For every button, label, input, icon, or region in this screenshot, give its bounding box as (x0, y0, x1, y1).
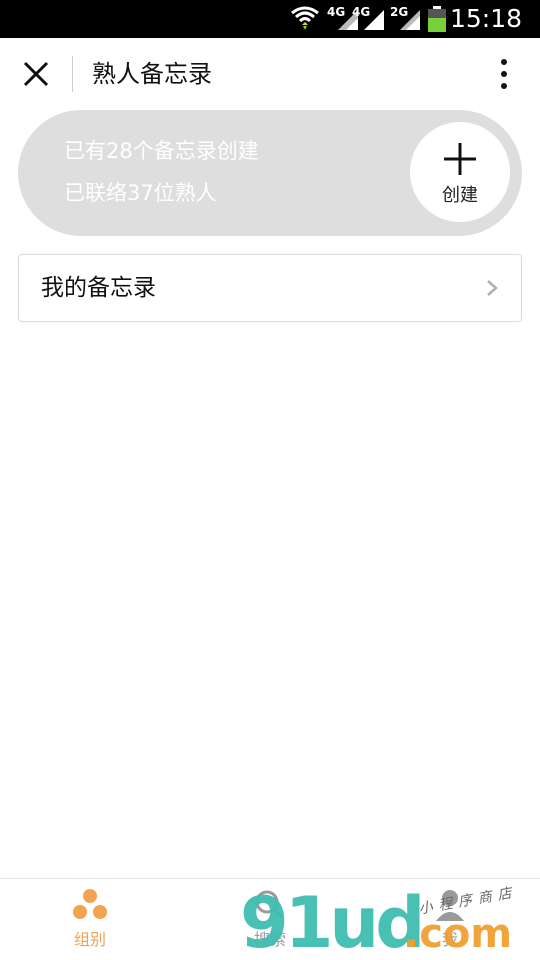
create-label: 创建 (442, 185, 478, 206)
bottom-tab-bar: 组别 搜索 我 (0, 878, 540, 960)
more-vertical-icon[interactable] (488, 54, 520, 94)
chevron-right-icon (487, 280, 498, 296)
tab-label: 我 (441, 930, 458, 949)
group-icon (73, 889, 107, 919)
signal-icon-3 (400, 10, 420, 30)
memo-count-text: 已有28个备忘录创建 (64, 139, 259, 163)
list-item-my-memos[interactable]: 我的备忘录 (18, 254, 522, 322)
wifi-icon (291, 6, 319, 30)
profile-icon (436, 890, 464, 921)
tab-groups[interactable]: 组别 (0, 879, 180, 960)
tab-profile[interactable]: 我 (360, 879, 540, 960)
app-screen: 4G 4G 2G 15:18 熟人备忘录 已有28个备忘录创建 已联络37位熟人… (0, 0, 540, 960)
list-item-label: 我的备忘录 (41, 275, 156, 301)
tab-label: 搜索 (253, 930, 286, 949)
tab-search[interactable]: 搜索 (180, 879, 360, 960)
tab-label: 组别 (73, 930, 106, 949)
plus-icon (444, 143, 476, 175)
navigation-header: 熟人备忘录 (0, 38, 540, 110)
create-button[interactable]: 创建 (410, 122, 510, 222)
summary-card: 已有28个备忘录创建 已联络37位熟人 创建 (18, 110, 522, 236)
battery-icon (428, 6, 446, 32)
page-title: 熟人备忘录 (92, 60, 212, 88)
close-icon[interactable] (16, 54, 56, 94)
search-person-icon (255, 890, 284, 919)
header-divider (72, 56, 73, 92)
status-time: 15:18 (449, 4, 522, 33)
signal-icon-2 (364, 10, 384, 30)
contact-count-text: 已联络37位熟人 (64, 181, 217, 205)
status-bar: 4G 4G 2G 15:18 (0, 0, 540, 38)
